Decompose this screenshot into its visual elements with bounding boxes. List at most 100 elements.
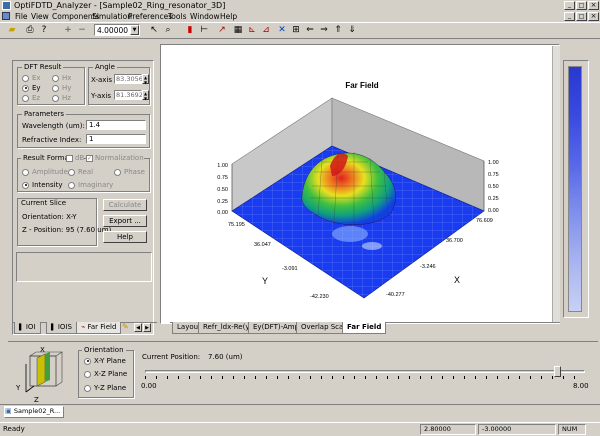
y-axis-spinner[interactable]: ▲ ▼ (142, 90, 149, 101)
cube-y-axis-label: Y (16, 384, 21, 392)
x-axis-spinner[interactable]: ▲ ▼ (142, 74, 149, 85)
pencil-icon: ✎ (122, 322, 129, 331)
radio-hx-indicator (52, 74, 59, 82)
wavelength-input[interactable]: 1.4 (86, 120, 146, 130)
probe-icon[interactable]: ⊾ (246, 24, 258, 36)
position-slider[interactable] (145, 366, 585, 380)
tab-far-field[interactable]: ⌁ Far Field (76, 322, 122, 334)
print-icon[interactable]: ⎙ (24, 24, 36, 36)
radio-ey[interactable]: Ey (22, 84, 41, 92)
radio-ex-indicator (22, 74, 29, 82)
db-checkbox[interactable]: dB (66, 154, 85, 162)
chart-scrollbar[interactable] (552, 46, 560, 322)
radio-yz-plane[interactable]: Y-Z Plane (84, 384, 126, 392)
radio-xy-plane[interactable]: X-Y Plane (84, 357, 126, 365)
arrow-right-icon[interactable]: ⇒ (318, 24, 330, 36)
fit-icon[interactable]: ⊞ (290, 24, 302, 36)
status-num: NUM (558, 424, 586, 435)
z-tick-left-0: 1.00 (217, 163, 228, 169)
z-position-readout: Z - Position: 95 (7.60 um) (22, 226, 112, 234)
axis-icon[interactable]: ⊢ (198, 24, 210, 36)
radio-imaginary[interactable]: Imaginary (68, 181, 113, 189)
zoom-out-icon[interactable]: − (76, 24, 88, 36)
radio-amplitude-indicator (22, 168, 29, 176)
radio-hy-indicator (52, 84, 59, 92)
export-button[interactable]: Export ... (103, 215, 147, 227)
zoom-select[interactable]: 4.00000 ▼ (94, 24, 140, 36)
pointer-icon[interactable]: ↖ (148, 24, 160, 36)
dft-result-label: DFT Result (22, 63, 64, 71)
tab-iois[interactable]: ▌ IOIS (46, 322, 77, 334)
status-coord1: 2.80000 (420, 424, 476, 435)
radio-amplitude[interactable]: Amplitude (22, 168, 68, 176)
doc-icon (2, 12, 10, 20)
radio-phase[interactable]: Phase (114, 168, 145, 176)
document-icon: ▣ (5, 407, 12, 415)
arrow-down-icon[interactable]: ⇓ (346, 24, 358, 36)
zoom-in-icon[interactable]: + (62, 24, 74, 36)
radio-xz-plane[interactable]: X-Z Plane (84, 370, 127, 378)
menu-tools[interactable]: Tools (168, 12, 186, 21)
x-axis-input[interactable]: 83.3056 (114, 74, 143, 84)
y-axis-label: Y-axis (91, 92, 111, 100)
maximize-button[interactable]: □ (576, 1, 587, 10)
window-title: OptiFDTD_Analyzer - [Sample02_Ring_reson… (14, 1, 226, 10)
slider-track (145, 370, 585, 373)
minimize-button[interactable]: _ (564, 1, 575, 10)
current-position-value: 7.60 (um) (208, 353, 243, 361)
tab-scroll-right-button[interactable]: ▶ (143, 323, 151, 332)
mdi-minimize-button[interactable]: _ (564, 12, 575, 21)
right-frame (563, 60, 589, 318)
arrow-up-icon[interactable]: ⇑ (332, 24, 344, 36)
mdi-close-button[interactable]: × (588, 12, 599, 21)
menu-view[interactable]: View (31, 12, 49, 21)
radio-real[interactable]: Real (68, 168, 93, 176)
color-palette-icon[interactable]: ▮ (184, 24, 196, 36)
calculate-button[interactable]: Calculate (103, 199, 147, 211)
y-tick-2: -3.091 (282, 266, 298, 272)
taskbar-item-sample02[interactable]: ▣ Sample02_R... (4, 406, 64, 418)
radio-amplitude-label: Amplitude (32, 168, 68, 176)
chevron-down-icon[interactable]: ▼ (130, 25, 139, 35)
z-tick-right-2: 0.50 (488, 184, 499, 190)
crosshair-icon[interactable]: ✕ (276, 24, 288, 36)
radio-hz[interactable]: Hz (52, 94, 71, 102)
normalization-checkbox-box: ✓ (86, 154, 93, 162)
menu-file[interactable]: File (15, 12, 28, 21)
mdi-restore-button[interactable]: □ (576, 12, 587, 21)
magnifier-icon[interactable]: ⌕ (162, 24, 174, 36)
open-folder-icon[interactable]: ▰ (6, 24, 18, 36)
probe2-icon[interactable]: ⊿ (260, 24, 272, 36)
help-pointer-icon[interactable]: ? (38, 24, 50, 36)
slider-thumb[interactable] (554, 366, 561, 377)
refractive-index-input[interactable]: 1 (86, 134, 146, 144)
grid-icon[interactable]: ▦ (232, 24, 244, 36)
y-axis-input[interactable]: 81.3692 (114, 90, 143, 100)
menu-preferences[interactable]: Preferences (128, 12, 172, 21)
menu-window[interactable]: Window (190, 12, 220, 21)
radio-ez[interactable]: Ez (22, 94, 40, 102)
radio-intensity[interactable]: Intensity (22, 181, 62, 189)
radio-ex[interactable]: Ex (22, 74, 41, 82)
tab-scroll-left-button[interactable]: ◀ (134, 323, 142, 332)
graph-icon[interactable]: ↗ (216, 24, 228, 36)
wavelength-label: Wavelength (um): (22, 122, 85, 130)
arrow-left-icon[interactable]: ⇐ (304, 24, 316, 36)
zoom-value: 4.00000 (97, 26, 129, 35)
normalization-checkbox[interactable]: ✓ Normalization (86, 154, 144, 162)
floor-highlight (332, 226, 368, 242)
help-button[interactable]: Help (103, 231, 147, 243)
radio-xz-plane-indicator (84, 370, 91, 378)
x-axis-label: X-axis (91, 76, 112, 84)
radio-hx[interactable]: Hx (52, 74, 71, 82)
tab-far-field-view[interactable]: Far Field (342, 322, 387, 334)
angle-label: Angle (93, 63, 117, 71)
radio-hy[interactable]: Hy (52, 84, 71, 92)
close-button[interactable]: × (588, 1, 599, 10)
status-coord2-value: -3.00000 (482, 425, 512, 433)
tab-ioi[interactable]: ▌ IOI (14, 322, 41, 334)
menu-simulation[interactable]: Simulation (92, 12, 132, 21)
menu-help[interactable]: Help (220, 12, 237, 21)
radio-yz-plane-label: Y-Z Plane (94, 384, 127, 392)
db-checkbox-box (66, 154, 73, 162)
